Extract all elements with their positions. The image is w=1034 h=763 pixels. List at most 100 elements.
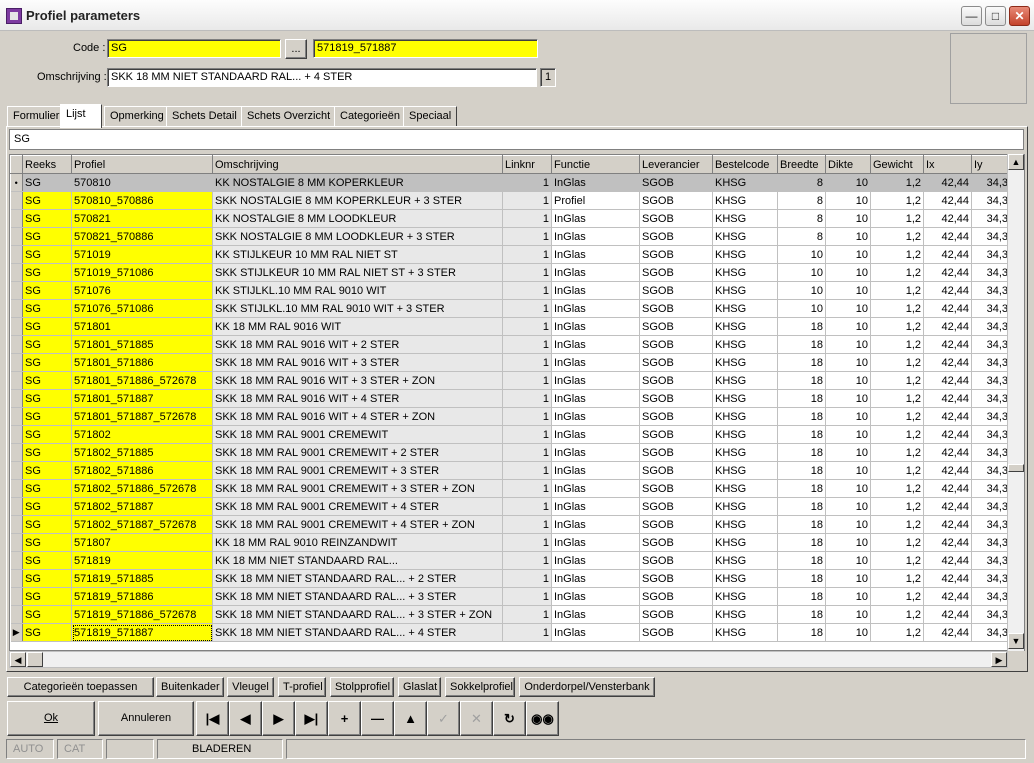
cell-gewicht[interactable]: 1,2 <box>870 425 924 444</box>
stolpprofiel-button[interactable]: Stolpprofiel <box>330 677 394 697</box>
cell-reeks[interactable]: SG <box>22 623 72 642</box>
cell-ix[interactable]: 42,44 <box>923 587 972 606</box>
cell-omschrijving[interactable]: SKK 18 MM RAL 9016 WIT + 4 STER <box>212 389 503 408</box>
column-header-functie[interactable]: Functie <box>551 155 640 174</box>
column-header-gewicht[interactable]: Gewicht <box>870 155 924 174</box>
table-row[interactable]: SG 571801_571885 SKK 18 MM RAL 9016 WIT + … <box>10 335 1011 354</box>
cell-bestelcode[interactable]: KHSG <box>712 227 778 246</box>
cell-reeks[interactable]: SG <box>22 191 72 210</box>
cell-breedte[interactable]: 10 <box>777 245 826 264</box>
cell-omschrijving[interactable]: SKK 18 MM NIET STANDAARD RAL... + 4 STER <box>212 623 503 642</box>
cell-omschrijving[interactable]: SKK 18 MM RAL 9001 CREMEWIT + 4 STER + Z… <box>212 515 503 534</box>
cell-breedte[interactable]: 18 <box>777 317 826 336</box>
cell-leverancier[interactable]: SGOB <box>639 191 713 210</box>
post-record-button[interactable]: ✓ <box>427 701 460 736</box>
table-row[interactable]: SG 571819_571886 SKK 18 MM NIET STANDAARD … <box>10 587 1011 606</box>
cell-gewicht[interactable]: 1,2 <box>870 209 924 228</box>
tab-formulier[interactable]: Formulier <box>7 106 66 126</box>
table-row[interactable]: SG 571801_571886_572678 SKK 18 MM RAL 9016… <box>10 371 1011 390</box>
cell-omschrijving[interactable]: SKK 18 MM RAL 9001 CREMEWIT + 3 STER + Z… <box>212 479 503 498</box>
cell-linknr[interactable]: 1 <box>502 191 552 210</box>
cell-reeks[interactable]: SG <box>22 461 72 480</box>
row-indicator[interactable] <box>10 317 23 336</box>
table-row[interactable]: SG 570821 KK NOSTALGIE 8 MM LOODKLEUR 1 InGl… <box>10 209 1011 228</box>
cell-gewicht[interactable]: 1,2 <box>870 407 924 426</box>
cell-iy[interactable]: 34,3 <box>971 299 1011 318</box>
cell-gewicht[interactable]: 1,2 <box>870 317 924 336</box>
glaslat-button[interactable]: Glaslat <box>398 677 441 697</box>
cell-gewicht[interactable]: 1,2 <box>870 353 924 372</box>
cell-bestelcode[interactable]: KHSG <box>712 407 778 426</box>
cell-omschrijving[interactable]: SKK 18 MM RAL 9016 WIT + 4 STER + ZON <box>212 407 503 426</box>
scroll-up-icon[interactable]: ▲ <box>1008 154 1024 170</box>
cell-bestelcode[interactable]: KHSG <box>712 533 778 552</box>
cell-functie[interactable]: InGlas <box>551 605 640 624</box>
row-indicator[interactable] <box>10 551 23 570</box>
cell-linknr[interactable]: 1 <box>502 569 552 588</box>
cell-gewicht[interactable]: 1,2 <box>870 245 924 264</box>
cell-reeks[interactable]: SG <box>22 569 72 588</box>
cell-linknr[interactable]: 1 <box>502 443 552 462</box>
cell-leverancier[interactable]: SGOB <box>639 497 713 516</box>
cell-omschrijving[interactable]: SKK 18 MM RAL 9016 WIT + 3 STER + ZON <box>212 371 503 390</box>
refresh-button[interactable]: ↻ <box>493 701 526 736</box>
cell-breedte[interactable]: 18 <box>777 515 826 534</box>
row-indicator[interactable] <box>10 335 23 354</box>
cell-reeks[interactable]: SG <box>22 497 72 516</box>
cell-profiel[interactable]: 571019_571086 <box>71 263 213 282</box>
cell-leverancier[interactable]: SGOB <box>639 605 713 624</box>
minimize-button[interactable]: — <box>961 6 982 26</box>
cell-iy[interactable]: 34,3 <box>971 281 1011 300</box>
cell-profiel[interactable]: 571802_571887_572678 <box>71 515 213 534</box>
cell-leverancier[interactable]: SGOB <box>639 209 713 228</box>
cell-functie[interactable]: InGlas <box>551 245 640 264</box>
cell-iy[interactable]: 34,3 <box>971 533 1011 552</box>
cell-omschrijving[interactable]: SKK 18 MM RAL 9001 CREMEWIT + 4 STER <box>212 497 503 516</box>
cell-linknr[interactable]: 1 <box>502 587 552 606</box>
table-row[interactable]: SG 571819 KK 18 MM NIET STANDAARD RAL... 1 I… <box>10 551 1011 570</box>
cell-ix[interactable]: 42,44 <box>923 425 972 444</box>
table-row[interactable]: SG 571802 SKK 18 MM RAL 9001 CREMEWIT 1 InGl… <box>10 425 1011 444</box>
cell-iy[interactable]: 34,3 <box>971 389 1011 408</box>
cell-dikte[interactable]: 10 <box>825 425 871 444</box>
table-row[interactable]: SG 570821_570886 SKK NOSTALGIE 8 MM LOODKL… <box>10 227 1011 246</box>
row-indicator[interactable] <box>10 461 23 480</box>
cell-ix[interactable]: 42,44 <box>923 533 972 552</box>
cell-bestelcode[interactable]: KHSG <box>712 479 778 498</box>
cell-profiel[interactable]: 570821 <box>71 209 213 228</box>
cell-breedte[interactable]: 18 <box>777 371 826 390</box>
cell-iy[interactable]: 34,3 <box>971 173 1011 192</box>
cell-iy[interactable]: 34,3 <box>971 623 1011 642</box>
tab-lijst[interactable]: Lijst <box>60 104 102 128</box>
cell-profiel[interactable]: 571801_571885 <box>71 335 213 354</box>
cell-reeks[interactable]: SG <box>22 227 72 246</box>
cell-breedte[interactable]: 10 <box>777 281 826 300</box>
cell-dikte[interactable]: 10 <box>825 515 871 534</box>
cell-profiel[interactable]: 570810 <box>71 173 213 192</box>
row-indicator[interactable] <box>10 605 23 624</box>
cell-reeks[interactable]: SG <box>22 281 72 300</box>
cell-functie[interactable]: InGlas <box>551 425 640 444</box>
cell-reeks[interactable]: SG <box>22 479 72 498</box>
row-indicator[interactable] <box>10 497 23 516</box>
cell-ix[interactable]: 42,44 <box>923 515 972 534</box>
row-indicator[interactable] <box>10 533 23 552</box>
cell-functie[interactable]: Profiel <box>551 191 640 210</box>
cell-ix[interactable]: 42,44 <box>923 569 972 588</box>
cell-bestelcode[interactable]: KHSG <box>712 515 778 534</box>
cell-iy[interactable]: 34,3 <box>971 569 1011 588</box>
cell-iy[interactable]: 34,3 <box>971 425 1011 444</box>
cell-reeks[interactable]: SG <box>22 173 72 192</box>
cell-iy[interactable]: 34,3 <box>971 317 1011 336</box>
row-indicator[interactable] <box>10 569 23 588</box>
cell-breedte[interactable]: 18 <box>777 461 826 480</box>
cell-omschrijving[interactable]: SKK STIJLKEUR 10 MM RAL NIET ST + 3 STER <box>212 263 503 282</box>
cell-functie[interactable]: InGlas <box>551 515 640 534</box>
cell-functie[interactable]: InGlas <box>551 299 640 318</box>
cell-functie[interactable]: InGlas <box>551 263 640 282</box>
cell-linknr[interactable]: 1 <box>502 371 552 390</box>
cell-dikte[interactable]: 10 <box>825 443 871 462</box>
table-row[interactable]: SG 570810_570886 SKK NOSTALGIE 8 MM KOPERK… <box>10 191 1011 210</box>
cell-dikte[interactable]: 10 <box>825 551 871 570</box>
tab-categorieen[interactable]: Categorieën <box>334 106 406 126</box>
